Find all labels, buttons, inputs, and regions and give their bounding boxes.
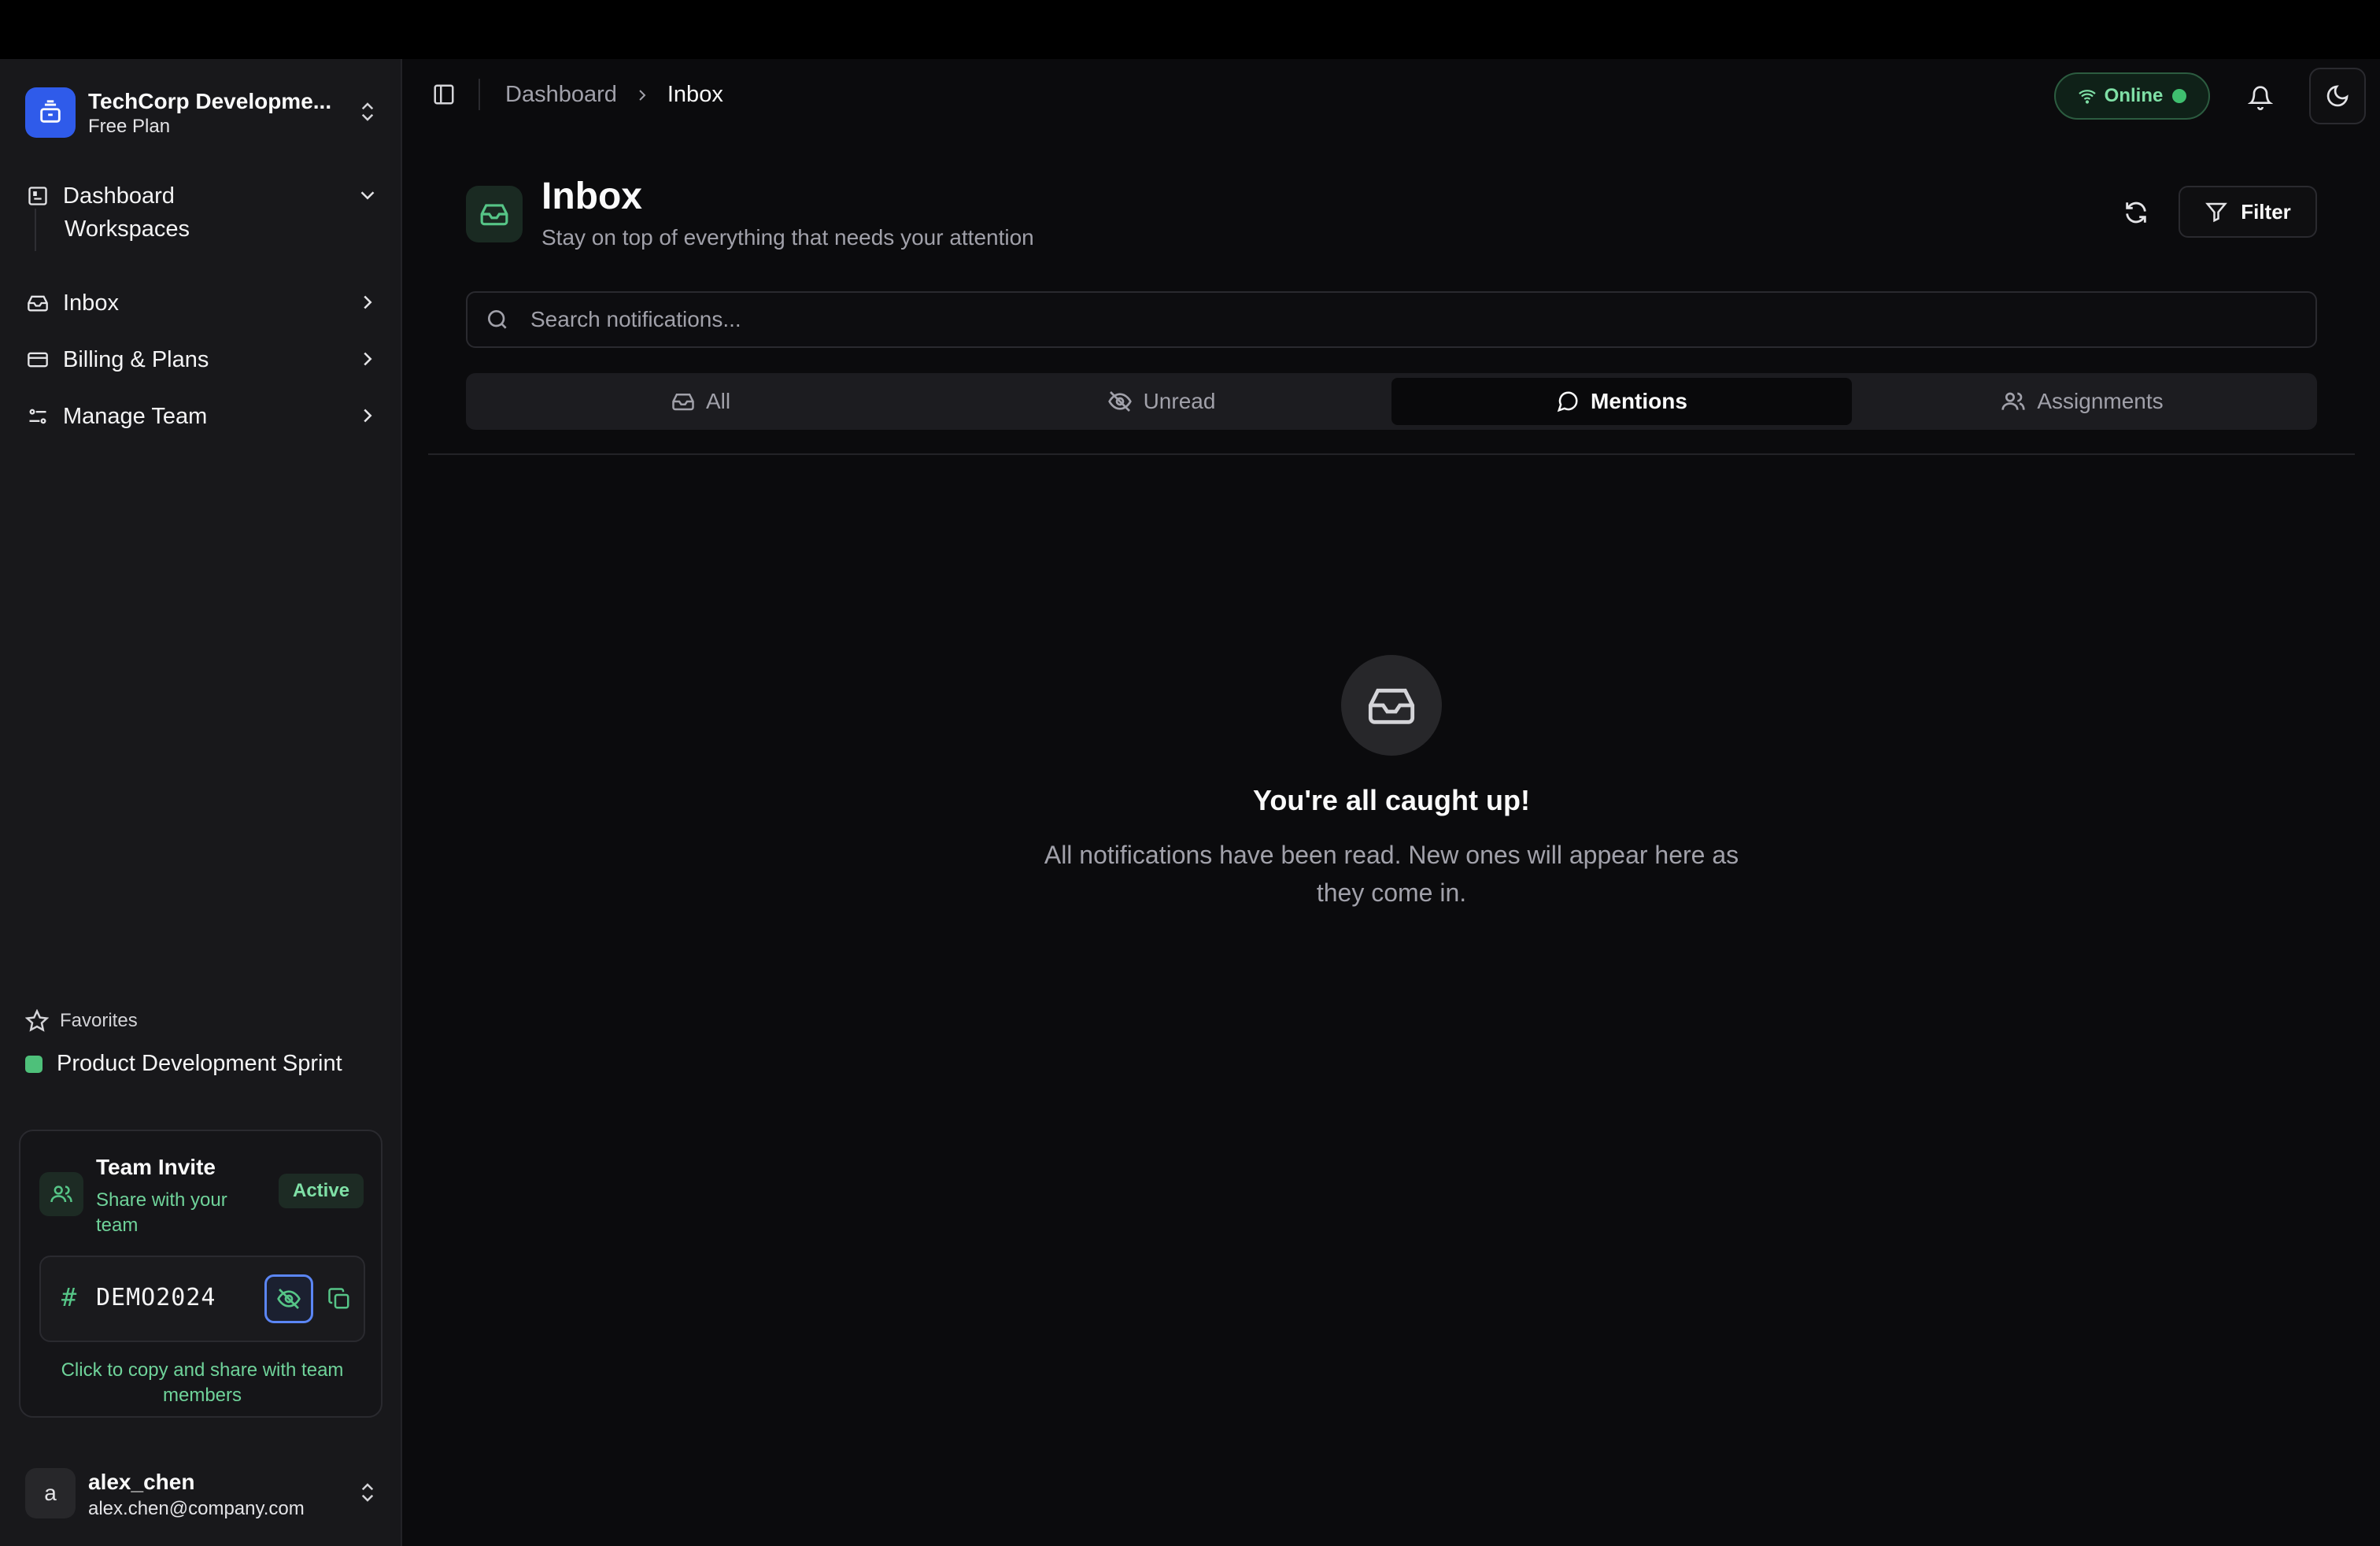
tab-label: Mentions [1591,389,1687,413]
sidebar-item-label: Billing & Plans [63,346,209,372]
message-circle-icon [1557,391,1578,412]
theme-toggle-button[interactable] [2309,68,2366,124]
inbox-icon [1341,655,1442,756]
favorites-header: Favorites [25,1009,138,1033]
users-icon [39,1172,83,1216]
chevron-down-icon [356,183,379,211]
os-top-bar [0,0,2380,59]
inbox-tabs: All Unread Mentions Assignments [466,373,2317,430]
workspace-plan: Free Plan [88,116,171,137]
invite-code-box[interactable]: # DEMO2024 [39,1256,365,1342]
favorite-color-dot [25,1055,42,1073]
search-input[interactable] [530,293,2293,346]
eye-off-icon [277,1289,301,1309]
search-bar [466,291,2317,348]
team-invite-card: Team Invite Share with your team Active … [19,1130,382,1418]
page-subtitle: Stay on top of everything that needs you… [541,225,1034,250]
empty-state-text: All notifications have been read. New on… [1044,841,1739,907]
copy-icon [328,1288,349,1309]
inbox-icon [25,290,50,316]
sidebar-toggle-button[interactable] [431,82,456,107]
user-email: alex.chen@company.com [88,1498,305,1519]
sidebar: TechCorp Developme... Free Plan Dashboar… [0,59,402,1546]
sidebar-item-label: Inbox [63,290,119,316]
sidebar-subitem-workspaces[interactable]: Workspaces [35,209,381,251]
tab-mentions[interactable]: Mentions [1391,378,1852,425]
toggle-visibility-button[interactable] [264,1274,313,1323]
sidebar-item-inbox[interactable]: Inbox [25,281,379,325]
favorites-label: Favorites [60,1010,138,1031]
favorite-label: Product Development Sprint [57,1051,342,1076]
sidebar-item-label: Manage Team [63,403,208,429]
invite-subtitle: Share with your team [96,1189,227,1236]
sidebar-subitem-label: Workspaces [65,216,190,242]
workspace-name: TechCorp Developme... [88,89,332,113]
chevrons-up-down-icon [356,1481,379,1508]
wifi-icon [2078,90,2096,104]
moon-icon [2326,85,2349,107]
tab-label: Assignments [2037,389,2164,413]
filter-icon [2205,202,2228,223]
status-dot [2172,89,2187,103]
breadcrumb-dashboard[interactable]: Dashboard [505,82,617,108]
users-icon [2001,392,2026,410]
chevron-right-icon [356,404,379,431]
status-badge: Active [279,1174,364,1208]
favorite-item[interactable]: Product Development Sprint [25,1051,342,1077]
header-divider [479,79,480,110]
sidebar-item-label: Dashboard [63,183,175,209]
chevron-right-icon [356,347,379,375]
eye-off-icon [1107,391,1132,412]
hash-icon: # [61,1282,77,1312]
workspace-logo-icon [25,87,76,138]
bell-icon [2248,86,2273,110]
tab-unread[interactable]: Unread [931,378,1391,425]
chevron-right-icon [633,86,652,105]
team-settings-icon [25,404,50,429]
refresh-button[interactable] [2112,189,2160,236]
copy-button[interactable] [315,1274,364,1323]
filter-button[interactable]: Filter [2179,186,2317,238]
search-icon [485,307,510,336]
breadcrumb-inbox: Inbox [667,82,723,107]
refresh-icon [2126,202,2146,224]
notifications-button[interactable] [2238,76,2282,120]
status-label: Online [2104,85,2164,106]
workspace-switcher[interactable]: TechCorp Developme... Free Plan [25,83,379,142]
user-menu[interactable]: a alex_chen alex.chen@company.com [25,1468,379,1522]
page-title: Inbox [541,176,642,217]
credit-card-icon [25,347,50,372]
invite-title: Team Invite [96,1155,216,1179]
chevron-right-icon [356,290,379,318]
sidebar-item-billing[interactable]: Billing & Plans [25,338,379,382]
panel-left-icon [434,84,454,105]
tab-all[interactable]: All [471,378,931,425]
star-icon [25,1009,49,1032]
empty-state-title: You're all caught up! [1253,784,1530,816]
chevrons-up-down-icon [356,100,379,128]
filter-label: Filter [2241,199,2291,224]
avatar: a [25,1468,76,1518]
online-status-pill[interactable]: Online [2054,72,2210,120]
inbox-icon [466,186,523,242]
sidebar-item-manage-team[interactable]: Manage Team [25,394,379,438]
user-name: alex_chen [88,1470,195,1494]
invite-code: DEMO2024 [96,1284,216,1311]
tab-assignments[interactable]: Assignments [1852,378,2312,425]
content-divider [428,453,2355,455]
breadcrumb: Dashboard Inbox [505,82,723,108]
tab-label: Unread [1143,389,1216,413]
tab-label: All [705,389,731,413]
invite-footer-text: Click to copy and share with team member… [61,1359,344,1406]
inbox-icon [672,394,694,411]
dashboard-icon [25,183,50,209]
